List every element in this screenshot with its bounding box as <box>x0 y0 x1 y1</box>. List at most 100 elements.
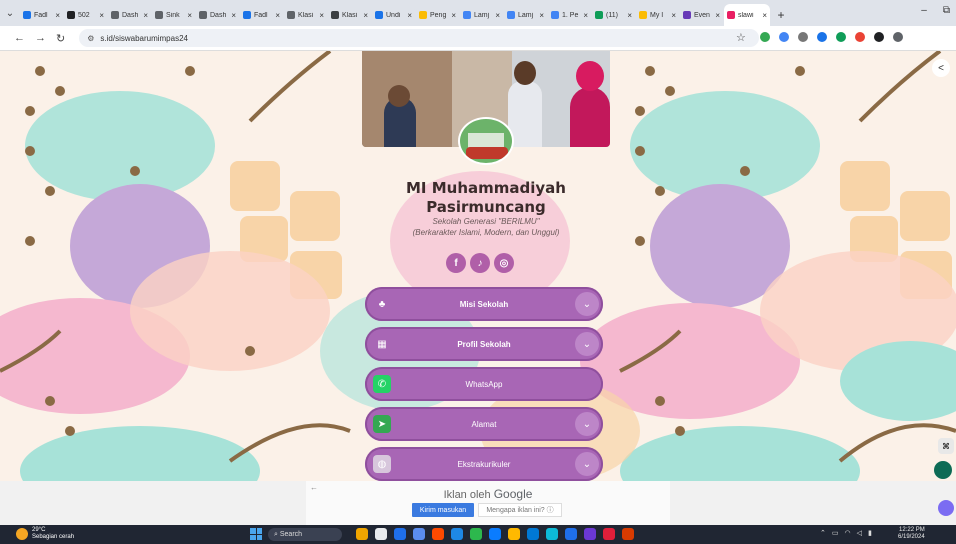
weather-widget[interactable]: 29°C Sebagian cerah <box>16 527 74 541</box>
link-icon: ✆ <box>373 375 391 393</box>
extension-icon[interactable] <box>893 32 903 42</box>
profile-avatar <box>458 117 514 165</box>
tab-close-icon[interactable]: × <box>231 11 236 20</box>
browser-tab[interactable]: Peng × <box>416 4 459 26</box>
restore-button[interactable]: ⧉ <box>943 5 950 16</box>
tab-close-icon[interactable]: × <box>275 11 280 20</box>
link-button[interactable]: ♣ Misi Sekolah ⌄ <box>365 287 603 321</box>
extension-icon[interactable] <box>760 32 770 42</box>
extension-icon[interactable] <box>817 32 827 42</box>
tab-title: 502 <box>78 11 90 19</box>
site-info-icon[interactable]: ⚙ <box>87 34 94 43</box>
tiktok-icon[interactable]: ♪ <box>470 253 490 273</box>
taskbar-app-icon[interactable] <box>470 528 482 540</box>
taskbar-app-icon[interactable] <box>565 528 577 540</box>
tab-close-icon[interactable]: × <box>99 11 104 20</box>
weather-temp: 29°C <box>32 527 46 533</box>
extension-icon[interactable] <box>798 32 808 42</box>
chevron-up-icon[interactable]: ⌃ <box>820 529 826 537</box>
start-button[interactable] <box>250 528 262 540</box>
taskbar-app-icon[interactable] <box>584 528 596 540</box>
extension-icon[interactable] <box>779 32 789 42</box>
translate-icon[interactable]: ⌘ <box>938 438 954 454</box>
chevron-down-icon[interactable]: ⌄ <box>575 292 599 316</box>
taskbar-app-icon[interactable] <box>527 528 539 540</box>
facebook-icon[interactable]: f <box>446 253 466 273</box>
extension-icon[interactable] <box>836 32 846 42</box>
battery-icon[interactable]: ▮ <box>868 529 872 537</box>
minimize-button[interactable]: – <box>921 5 927 16</box>
wifi-icon[interactable]: ◠ <box>845 529 851 537</box>
tab-title: Lamj <box>518 11 534 19</box>
extension-icon[interactable] <box>855 32 865 42</box>
browser-tab[interactable]: Undi × <box>372 4 415 26</box>
display-icon[interactable]: ▭ <box>832 529 839 537</box>
chatgpt-icon[interactable] <box>934 461 952 479</box>
share-icon[interactable]: < <box>932 59 950 77</box>
tab-close-icon[interactable]: × <box>627 11 632 20</box>
browser-tab[interactable]: Lamj × <box>504 4 547 26</box>
tab-close-icon[interactable]: × <box>583 11 588 20</box>
tab-close-icon[interactable]: × <box>407 11 412 20</box>
reload-button[interactable]: ↻ <box>56 32 65 45</box>
tab-close-icon[interactable]: × <box>495 11 500 20</box>
clock[interactable]: 12:22 PM 6/19/2024 <box>898 527 925 541</box>
social-links: f ♪ ◎ <box>446 253 514 273</box>
taskbar-app-icon[interactable] <box>356 528 368 540</box>
bookmark-star-icon[interactable]: ☆ <box>736 31 746 44</box>
assistant-icon[interactable] <box>938 500 954 516</box>
tab-search-button[interactable]: ⌄ <box>0 0 20 26</box>
new-tab-button[interactable]: + <box>771 4 791 26</box>
tab-close-icon[interactable]: × <box>671 11 676 20</box>
taskbar-app-icon[interactable] <box>489 528 501 540</box>
browser-tab[interactable]: Sink × <box>152 4 195 26</box>
back-button[interactable]: ← <box>14 32 25 45</box>
tab-close-icon[interactable]: × <box>539 11 544 20</box>
browser-tab[interactable]: Dash × <box>196 4 239 26</box>
url-field[interactable]: ⚙ s.id/siswabarumimpas24 <box>79 29 760 47</box>
browser-tab[interactable]: 1. Pe × <box>548 4 591 26</box>
instagram-icon[interactable]: ◎ <box>494 253 514 273</box>
browser-tab[interactable]: Fadl × <box>240 4 283 26</box>
tab-close-icon[interactable]: × <box>319 11 324 20</box>
link-button[interactable]: ▦ Profil Sekolah ⌄ <box>365 327 603 361</box>
browser-tab[interactable]: slawi × <box>724 4 770 26</box>
taskbar-app-icon[interactable] <box>432 528 444 540</box>
taskbar-app-icon[interactable] <box>546 528 558 540</box>
taskbar-app-icon[interactable] <box>451 528 463 540</box>
browser-tab[interactable]: (11) × <box>592 4 635 26</box>
tab-close-icon[interactable]: × <box>715 11 720 20</box>
browser-tab[interactable]: Even × <box>680 4 723 26</box>
send-feedback-button[interactable]: Kirim masukan <box>412 503 474 517</box>
tab-close-icon[interactable]: × <box>363 11 368 20</box>
link-button[interactable]: ➤ Alamat ⌄ <box>365 407 603 441</box>
browser-tab[interactable]: Dash × <box>108 4 151 26</box>
taskbar-app-icon[interactable] <box>622 528 634 540</box>
why-this-ad-button[interactable]: Mengapa iklan ini? ⓘ <box>478 503 562 517</box>
taskbar-search[interactable]: ⌕ Search <box>268 528 342 541</box>
tab-close-icon[interactable]: × <box>762 11 767 20</box>
tab-close-icon[interactable]: × <box>187 11 192 20</box>
volume-icon[interactable]: ◁ <box>857 529 862 537</box>
forward-button[interactable]: → <box>35 32 46 45</box>
extension-icon[interactable] <box>874 32 884 42</box>
chevron-down-icon[interactable]: ⌄ <box>575 452 599 476</box>
taskbar-app-icon[interactable] <box>394 528 406 540</box>
browser-tab[interactable]: Lamj × <box>460 4 503 26</box>
tab-close-icon[interactable]: × <box>451 11 456 20</box>
browser-tab[interactable]: 502 × <box>64 4 107 26</box>
browser-tab[interactable]: My I × <box>636 4 679 26</box>
link-button[interactable]: ✆ WhatsApp <box>365 367 603 401</box>
taskbar-app-icon[interactable] <box>375 528 387 540</box>
browser-tab[interactable]: Klasi × <box>284 4 327 26</box>
taskbar-app-icon[interactable] <box>508 528 520 540</box>
taskbar-app-icon[interactable] <box>603 528 615 540</box>
tab-close-icon[interactable]: × <box>55 11 60 20</box>
link-button[interactable]: ◍ Ekstrakurikuler ⌄ <box>365 447 603 481</box>
chevron-down-icon[interactable]: ⌄ <box>575 332 599 356</box>
tab-close-icon[interactable]: × <box>143 11 148 20</box>
browser-tab[interactable]: Fadl × <box>20 4 63 26</box>
browser-tab[interactable]: Klasi × <box>328 4 371 26</box>
chevron-down-icon[interactable]: ⌄ <box>575 412 599 436</box>
taskbar-app-icon[interactable] <box>413 528 425 540</box>
